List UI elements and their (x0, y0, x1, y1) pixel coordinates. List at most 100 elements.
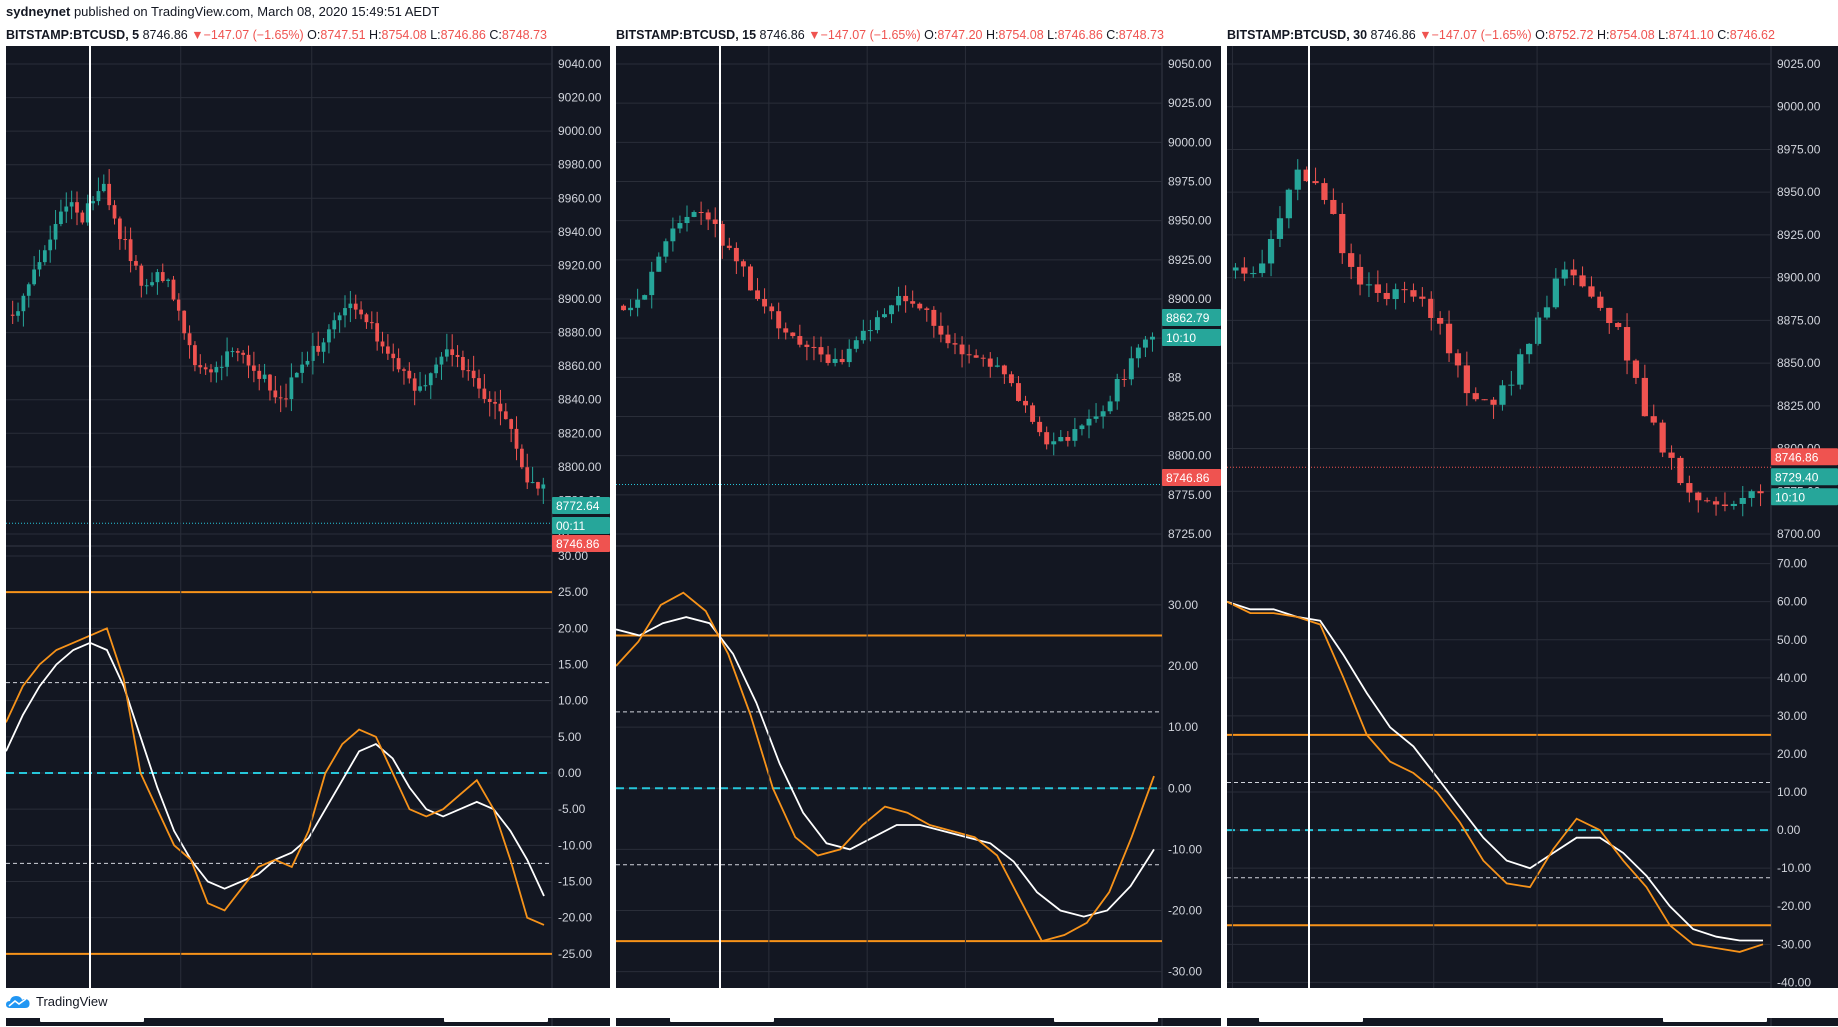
chart-panel[interactable]: BITSTAMP:BTCUSD, 5 8746.86 ▼−147.07 (−1.… (6, 24, 610, 1027)
chart-area[interactable]: 9040.00 9020.00 9000.00 8980.00 8960.00 8940.… (6, 46, 610, 1026)
price-badge: 8746.86 (1771, 448, 1838, 466)
candle (853, 340, 859, 349)
candle (316, 345, 321, 352)
symbol-legend[interactable]: BITSTAMP:BTCUSD, 30 8746.86 ▼−147.07 (−1… (1227, 24, 1775, 46)
price-badge: 10:10 (1162, 329, 1221, 346)
osc-tick-label: -20.00 (1168, 904, 1202, 918)
candle (1150, 336, 1155, 340)
candle (910, 301, 916, 304)
open-value: 8747.20 (937, 28, 986, 42)
brand-label: TradingView (36, 994, 108, 1009)
chart-svg[interactable]: 9050.00 9025.00 9000.00 8975.00 8950.00 8925.… (616, 46, 1221, 1026)
brand[interactable]: TradingView (6, 994, 108, 1009)
chart-panel[interactable]: BITSTAMP:BTCUSD, 30 8746.86 ▼−147.07 (−1… (1227, 24, 1838, 1027)
candle (530, 482, 535, 484)
osc-tick-label: -10.00 (1777, 861, 1811, 875)
candle (1086, 418, 1092, 426)
symbol: BITSTAMP:BTCUSD, 30 (1227, 28, 1371, 42)
chart-panel[interactable]: BITSTAMP:BTCUSD, 15 8746.86 ▼−147.07 (−1… (616, 24, 1221, 1027)
candle (155, 272, 160, 283)
chart-svg[interactable]: 9025.00 9000.00 8975.00 8950.00 8925.00 8900.… (1227, 46, 1838, 1026)
candle (53, 224, 58, 240)
candle (1454, 353, 1462, 366)
close-value: 8746.62 (1729, 28, 1775, 42)
candle (101, 183, 106, 192)
candle (1588, 286, 1595, 297)
candle (32, 269, 36, 285)
price-tick-label: 9000.00 (1168, 135, 1212, 149)
candle (804, 344, 810, 347)
candle (16, 311, 20, 316)
price-tick-label: 8960.00 (558, 191, 602, 205)
candle (439, 356, 444, 365)
candle (698, 212, 704, 214)
price-tick-label: 8800.00 (558, 460, 602, 474)
candle (726, 245, 732, 248)
candle (1410, 290, 1417, 297)
high-label: H: (1597, 28, 1610, 42)
candle (1632, 360, 1640, 378)
candle (973, 355, 979, 358)
candle (1267, 238, 1275, 264)
signal-line (616, 616, 1155, 918)
author-name[interactable]: sydneynet (6, 4, 70, 19)
candle (327, 329, 331, 343)
osc-tick-label: 20.00 (1777, 747, 1807, 761)
close-label: C: (489, 28, 502, 42)
candle (461, 356, 465, 371)
candle (1552, 278, 1559, 308)
osc-tick-label: -20.00 (558, 911, 592, 925)
osc-tick-label: 30.00 (1168, 598, 1198, 612)
price-tick-label: 8980.00 (558, 158, 602, 172)
candle (776, 311, 782, 329)
candle (621, 305, 626, 311)
candle (42, 250, 47, 263)
candle (896, 295, 902, 306)
candle (219, 366, 224, 368)
candle (118, 218, 122, 240)
candle (509, 419, 514, 429)
candle (139, 265, 144, 286)
candle (1058, 437, 1064, 442)
price-tick-label: 8925.00 (1777, 228, 1821, 242)
candle (628, 307, 634, 311)
candle (305, 360, 310, 365)
candle (1365, 284, 1373, 286)
low-value: 8746.86 (440, 28, 490, 42)
candle (1356, 266, 1364, 285)
candle (889, 305, 894, 315)
osc-tick-label: -5.00 (558, 802, 586, 816)
price-change: −147.07 (−1.65%) (820, 28, 925, 42)
candle (10, 314, 15, 316)
price-tick-label: 9025.00 (1777, 57, 1821, 71)
chart-area[interactable]: 9025.00 9000.00 8975.00 8950.00 8925.00 8900.… (1227, 46, 1838, 1026)
candle (225, 351, 229, 367)
candle (75, 202, 79, 213)
symbol-legend[interactable]: BITSTAMP:BTCUSD, 5 8746.86 ▼−147.07 (−1.… (6, 24, 547, 46)
candle (1686, 483, 1693, 493)
candle (503, 411, 508, 420)
chart-svg[interactable]: 9040.00 9020.00 9000.00 8980.00 8960.00 8940.… (6, 46, 610, 1026)
candle (364, 314, 369, 323)
candle (386, 346, 390, 354)
candle (1561, 269, 1568, 279)
price-tick-label: 8950.00 (1777, 185, 1821, 199)
chart-area[interactable]: 9050.00 9025.00 9000.00 8975.00 8950.00 8925.… (616, 46, 1221, 1026)
price-badge: 8746.86 (1162, 469, 1221, 486)
osc-tick-label: 0.00 (1777, 823, 1801, 837)
candle (987, 358, 993, 367)
candle (635, 299, 641, 308)
oscillator-line (6, 627, 545, 926)
change-arrow-icon: ▼ (1415, 28, 1432, 42)
osc-tick-label: 40.00 (1777, 671, 1807, 685)
candle (321, 342, 326, 352)
candle (80, 212, 85, 223)
candle (642, 295, 648, 300)
candle (273, 390, 278, 398)
candle (1570, 269, 1577, 276)
candle (874, 317, 880, 331)
symbol-legend[interactable]: BITSTAMP:BTCUSD, 15 8746.86 ▼−147.07 (−1… (616, 24, 1164, 46)
high-label: H: (369, 28, 382, 42)
price-change: −147.07 (−1.65%) (203, 28, 308, 42)
candle (193, 345, 197, 366)
